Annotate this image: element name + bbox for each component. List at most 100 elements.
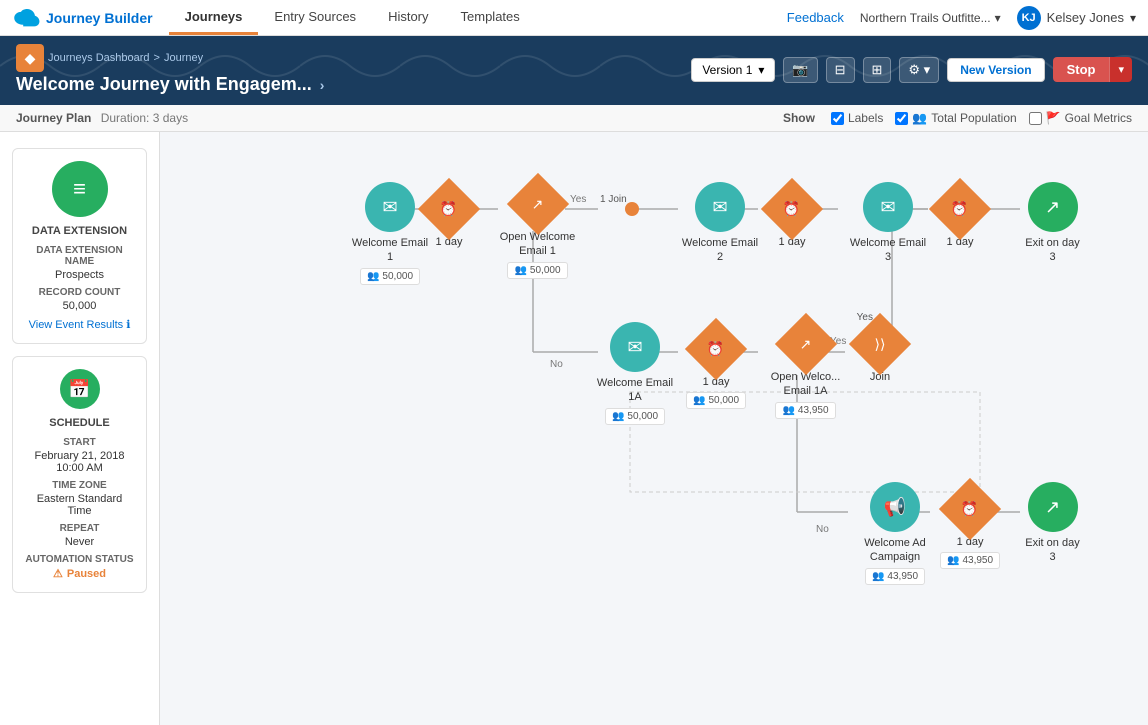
cursor-icon: ↗ (532, 195, 544, 212)
filter-button[interactable]: ⊟ (826, 57, 855, 83)
status-value: Paused (67, 568, 106, 580)
repeat-value: Never (25, 536, 134, 548)
email-icon-1a: ✉ (627, 337, 642, 358)
people-icon: 👥 (693, 395, 705, 406)
tab-templates[interactable]: Templates (445, 0, 536, 35)
node-welcome-email-2[interactable]: ✉ Welcome Email 2 (680, 182, 760, 265)
email-icon: ✉ (712, 197, 727, 218)
journey-title-text: Welcome Journey with Engagem... (16, 74, 312, 95)
node-wait-2[interactable]: ⏰ 1 day (770, 187, 814, 249)
join-icon: ⟩⟩ (875, 336, 886, 353)
top-navigation: Journey Builder Journeys Entry Sources H… (0, 0, 1148, 36)
share-button[interactable]: ⊞ (863, 57, 892, 83)
node-wait-3[interactable]: ⏰ 1 day (938, 187, 982, 249)
node-exit-day3-1[interactable]: ↗ Exit on day 3 (1025, 182, 1080, 265)
start-label: START (25, 437, 134, 448)
svg-text:No: No (816, 524, 829, 535)
people-icon: 👥 (514, 265, 526, 276)
journey-title-row: Welcome Journey with Engagem... › (16, 74, 324, 95)
node-wait-1[interactable]: ⏰ 1 day (427, 187, 471, 249)
user-name: Kelsey Jones (1047, 10, 1124, 25)
ad-icon: 📢 (884, 497, 906, 518)
flow-canvas: Yes No Yes (160, 132, 1148, 725)
people-icon: 👥 (947, 555, 959, 566)
exit-icon: ↗ (1045, 197, 1060, 218)
de-card-title: DATA EXTENSION (25, 225, 134, 237)
goal-metrics-icon: 🚩 (1046, 111, 1061, 125)
view-event-link[interactable]: View Event Results ℹ (25, 318, 134, 331)
node-join-row2[interactable]: ⟩⟩ Join (858, 322, 902, 384)
de-icon-symbol: ≡ (73, 176, 86, 202)
node-open-welcome-email-1[interactable]: ↗ Open Welcome Email 1 👥 50,000 (495, 182, 580, 279)
join-diamond: ⟩⟩ (849, 313, 911, 375)
repeat-label: REPEAT (25, 523, 134, 534)
clock-icon: ⏰ (440, 201, 457, 218)
stop-button[interactable]: Stop (1053, 57, 1110, 82)
clock-icon-r3: ⏰ (961, 501, 978, 518)
email-circle-3: ✉ (863, 182, 913, 232)
version-label: Version 1 (702, 63, 752, 77)
node-welcome-email-1[interactable]: ✉ Welcome Email 1 👥 50,000 (350, 182, 430, 285)
clock-icon-3: ⏰ (951, 201, 968, 218)
node-welcome-ad[interactable]: 📢 Welcome Ad Campaign 👥 43,950 (855, 482, 935, 585)
de-record-label: RECORD COUNT (25, 287, 134, 298)
org-selector[interactable]: Northern Trails Outfitte... ▾ (860, 11, 1001, 25)
node-welcome-email-3[interactable]: ✉ Welcome Email 3 (848, 182, 928, 265)
nav-right: Feedback Northern Trails Outfitte... ▾ K… (787, 6, 1136, 30)
user-avatar: KJ (1017, 6, 1041, 30)
join-dot (625, 202, 639, 216)
decision-diamond-1a: ↗ (774, 313, 836, 375)
org-dropdown-icon[interactable]: ▾ (995, 11, 1001, 25)
node-welcome-email-1a[interactable]: ✉ Welcome Email 1A 👥 50,000 (595, 322, 675, 425)
brand-logo[interactable]: Journey Builder (12, 9, 153, 27)
stop-group: Stop ▾ (1053, 57, 1132, 82)
title-expand-icon[interactable]: › (320, 77, 325, 93)
data-extension-icon: ≡ (52, 161, 108, 217)
journey-icon: ◆ (16, 44, 44, 72)
tab-entry-sources[interactable]: Entry Sources (258, 0, 372, 35)
node-exit-day3-2[interactable]: ↗ Exit on day 3 (1025, 482, 1080, 565)
de-name-label: DATA EXTENSION NAME (25, 245, 134, 267)
timezone-value: Eastern Standard Time (25, 493, 134, 517)
info-icon: ℹ (126, 318, 130, 331)
total-population-checkbox[interactable]: 👥 Total Population (895, 111, 1016, 125)
labels-cb-input[interactable] (831, 112, 844, 125)
node-count-r2: 👥 50,000 (686, 392, 746, 409)
node-wait-row3[interactable]: ⏰ 1 day 👥 43,950 (940, 487, 1000, 569)
tab-journeys[interactable]: Journeys (169, 0, 259, 35)
version-button[interactable]: Version 1 ▾ (691, 58, 775, 82)
node-open-welcome-1a[interactable]: ↗ Open Welco... Email 1A 👥 43,950 Yes (768, 322, 843, 419)
camera-button[interactable]: 📷 (783, 57, 817, 83)
labels-checkbox[interactable]: Labels (831, 111, 883, 125)
people-icon: 👥 (782, 405, 794, 416)
user-badge[interactable]: KJ Kelsey Jones ▾ (1017, 6, 1136, 30)
wait-diamond-3: ⏰ (929, 178, 991, 240)
show-section: Show Labels 👥 Total Population 🚩 Goal Me… (783, 111, 1132, 125)
wait-diamond-r3: ⏰ (939, 478, 1001, 540)
show-label: Show (783, 111, 815, 125)
view-event-text: View Event Results (29, 319, 124, 331)
settings-button[interactable]: ⚙ ▾ (899, 57, 939, 83)
breadcrumb-home[interactable]: Journeys Dashboard (48, 52, 150, 64)
breadcrumb: ◆ Journeys Dashboard > Journey (16, 44, 324, 72)
schedule-card: 📅 Schedule START February 21, 2018 10:00… (12, 356, 147, 593)
stop-dropdown-button[interactable]: ▾ (1109, 57, 1132, 82)
version-dropdown-icon: ▾ (758, 63, 764, 77)
feedback-link[interactable]: Feedback (787, 10, 844, 25)
wait-diamond-2: ⏰ (761, 178, 823, 240)
schedule-title: Schedule (25, 417, 134, 429)
node-wait-row2[interactable]: ⏰ 1 day 👥 50,000 (686, 327, 746, 409)
goal-metrics-checkbox[interactable]: 🚩 Goal Metrics (1029, 111, 1132, 125)
node-count: 👥 50,000 (360, 268, 420, 285)
user-dropdown-icon[interactable]: ▾ (1130, 11, 1136, 25)
new-version-button[interactable]: New Version (947, 58, 1044, 82)
people-icon: 👥 (872, 571, 884, 582)
total-pop-cb-input[interactable] (895, 112, 908, 125)
wait-diamond: ⏰ (418, 178, 480, 240)
cursor-icon-1a: ↗ (800, 335, 812, 352)
tab-history[interactable]: History (372, 0, 444, 35)
exit-circle-2: ↗ (1028, 482, 1078, 532)
exit-circle: ↗ (1028, 182, 1078, 232)
goal-metrics-cb-input[interactable] (1029, 112, 1042, 125)
status-badge: ⚠ Paused (25, 567, 134, 580)
